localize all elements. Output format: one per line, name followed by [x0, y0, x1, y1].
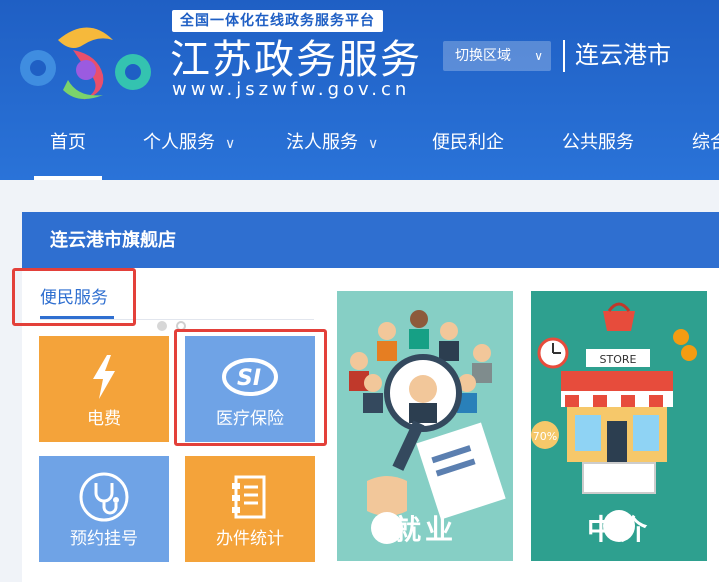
- tile-electricity[interactable]: 电费: [39, 336, 169, 442]
- stethoscope-icon: [39, 472, 169, 522]
- nav-item-personal[interactable]: 个人服务 ∨: [143, 120, 235, 180]
- platform-badge: 全国一体化在线政务服务平台: [172, 10, 383, 32]
- current-city[interactable]: 连云港市: [575, 38, 671, 72]
- nav-item-label: 法人服务: [286, 132, 358, 153]
- nav-item-legal[interactable]: 法人服务 ∨: [286, 120, 378, 180]
- tile-label: 预约挂号: [70, 529, 138, 549]
- tab-highlight-box: [12, 268, 136, 326]
- nav-item-public[interactable]: 公共服务: [562, 120, 634, 180]
- chevron-down-icon: ∨: [534, 49, 543, 63]
- nav-item-home[interactable]: 首页: [34, 120, 102, 180]
- site-title[interactable]: 江苏政务服务: [170, 38, 422, 82]
- pager-dot[interactable]: [157, 321, 167, 331]
- banner-employment[interactable]: 就业: [337, 291, 513, 561]
- nav-item-label: 综合: [692, 132, 719, 153]
- tile-case-statistics[interactable]: 办件统计: [185, 456, 315, 562]
- nav-item-label: 便民利企: [432, 132, 504, 153]
- region-switch-label: 切换区域: [455, 48, 511, 64]
- tile-appointment[interactable]: 预约挂号: [39, 456, 169, 562]
- discount-text: 70%: [533, 430, 557, 443]
- nav-item-comprehensive[interactable]: 综合: [692, 120, 719, 180]
- panel-title: 连云港市旗舰店: [50, 230, 176, 251]
- tile-label: 办件统计: [216, 529, 284, 549]
- jiangsu-logo[interactable]: [18, 10, 158, 105]
- lightning-icon: [39, 352, 169, 402]
- chevron-down-icon: ∨: [225, 136, 236, 152]
- nav-item-label: 个人服务: [143, 132, 215, 153]
- region-switch-button[interactable]: 切换区域 ∨: [443, 41, 551, 71]
- banner-label: 就业: [392, 513, 457, 546]
- nav-item-label: 公共服务: [562, 132, 634, 153]
- banner-agency[interactable]: STORE 70% 中介: [531, 291, 707, 561]
- site-url: www.jszwfw.gov.cn: [172, 79, 411, 100]
- divider: [563, 40, 565, 72]
- site-header: 全国一体化在线政务服务平台 江苏政务服务 www.jszwfw.gov.cn 切…: [0, 0, 719, 180]
- tile-label: 电费: [87, 409, 121, 429]
- store-sign-text: STORE: [600, 353, 637, 366]
- banner-label: 中介: [586, 513, 651, 546]
- main-nav: 首页 个人服务 ∨ 法人服务 ∨ 便民利企 公共服务 综合: [0, 120, 719, 180]
- nav-item-convenience[interactable]: 便民利企: [432, 120, 504, 180]
- tile-highlight-box: [174, 329, 327, 446]
- chevron-down-icon: ∨: [368, 136, 379, 152]
- document-icon: [185, 472, 315, 522]
- nav-item-label: 首页: [50, 132, 86, 153]
